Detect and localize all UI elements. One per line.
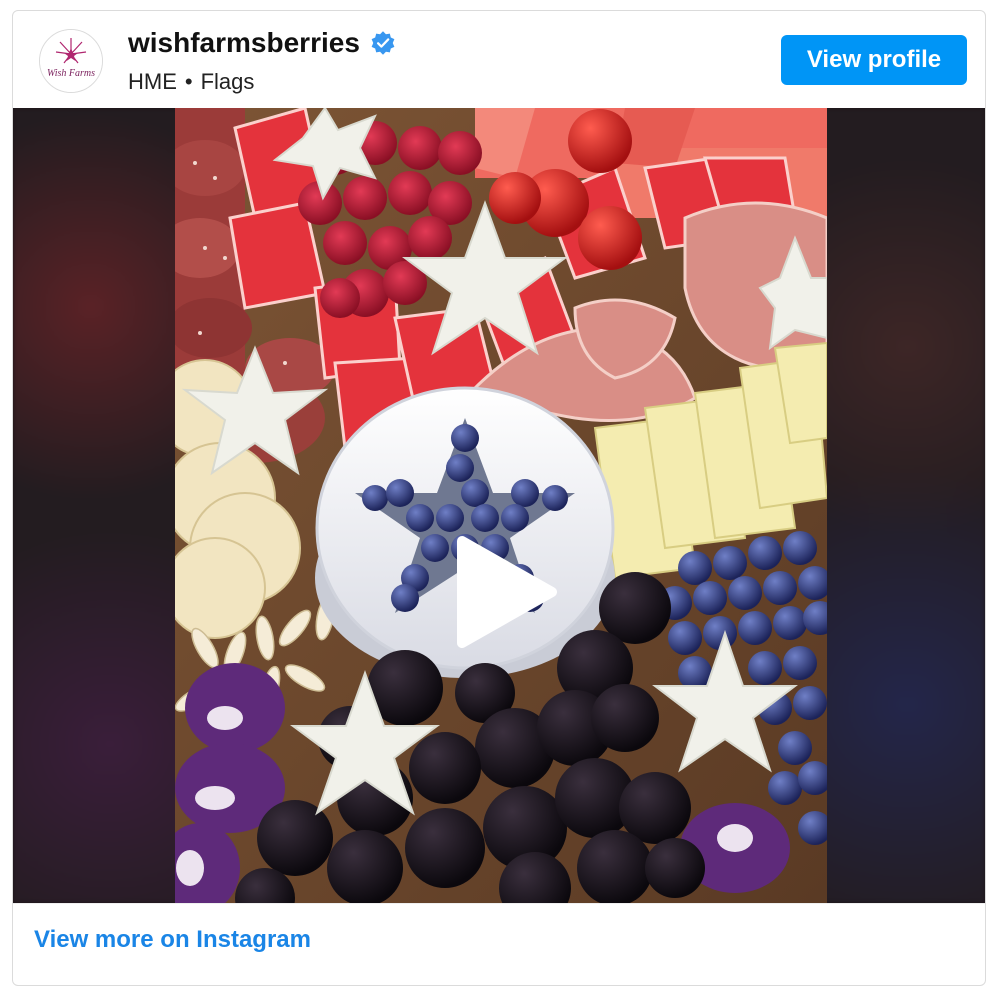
username[interactable]: wishfarmsberries bbox=[128, 27, 396, 59]
play-icon[interactable] bbox=[444, 533, 562, 651]
svg-text:Wish Farms: Wish Farms bbox=[47, 68, 95, 79]
post-footer: View more on Instagram bbox=[13, 903, 985, 985]
video-media[interactable] bbox=[13, 108, 985, 903]
instagram-embed: Wish Farms wishfarmsberries HME • Flags Vi… bbox=[12, 10, 986, 986]
view-profile-button[interactable]: View profile bbox=[781, 35, 967, 85]
separator: • bbox=[184, 69, 193, 94]
post-header: Wish Farms wishfarmsberries HME • Flags Vi… bbox=[13, 11, 985, 108]
post-subtitle: HME • Flags bbox=[128, 69, 254, 95]
view-more-link[interactable]: View more on Instagram bbox=[34, 926, 311, 954]
verified-badge-icon bbox=[371, 31, 395, 55]
charcuterie-board-image bbox=[175, 108, 827, 903]
location-link[interactable]: HME bbox=[128, 69, 177, 94]
audio-link[interactable]: Flags bbox=[201, 69, 255, 94]
avatar[interactable]: Wish Farms bbox=[39, 29, 103, 93]
username-text[interactable]: wishfarmsberries bbox=[128, 27, 360, 59]
video-thumbnail[interactable] bbox=[175, 108, 827, 903]
wish-farms-logo: Wish Farms bbox=[40, 30, 102, 92]
